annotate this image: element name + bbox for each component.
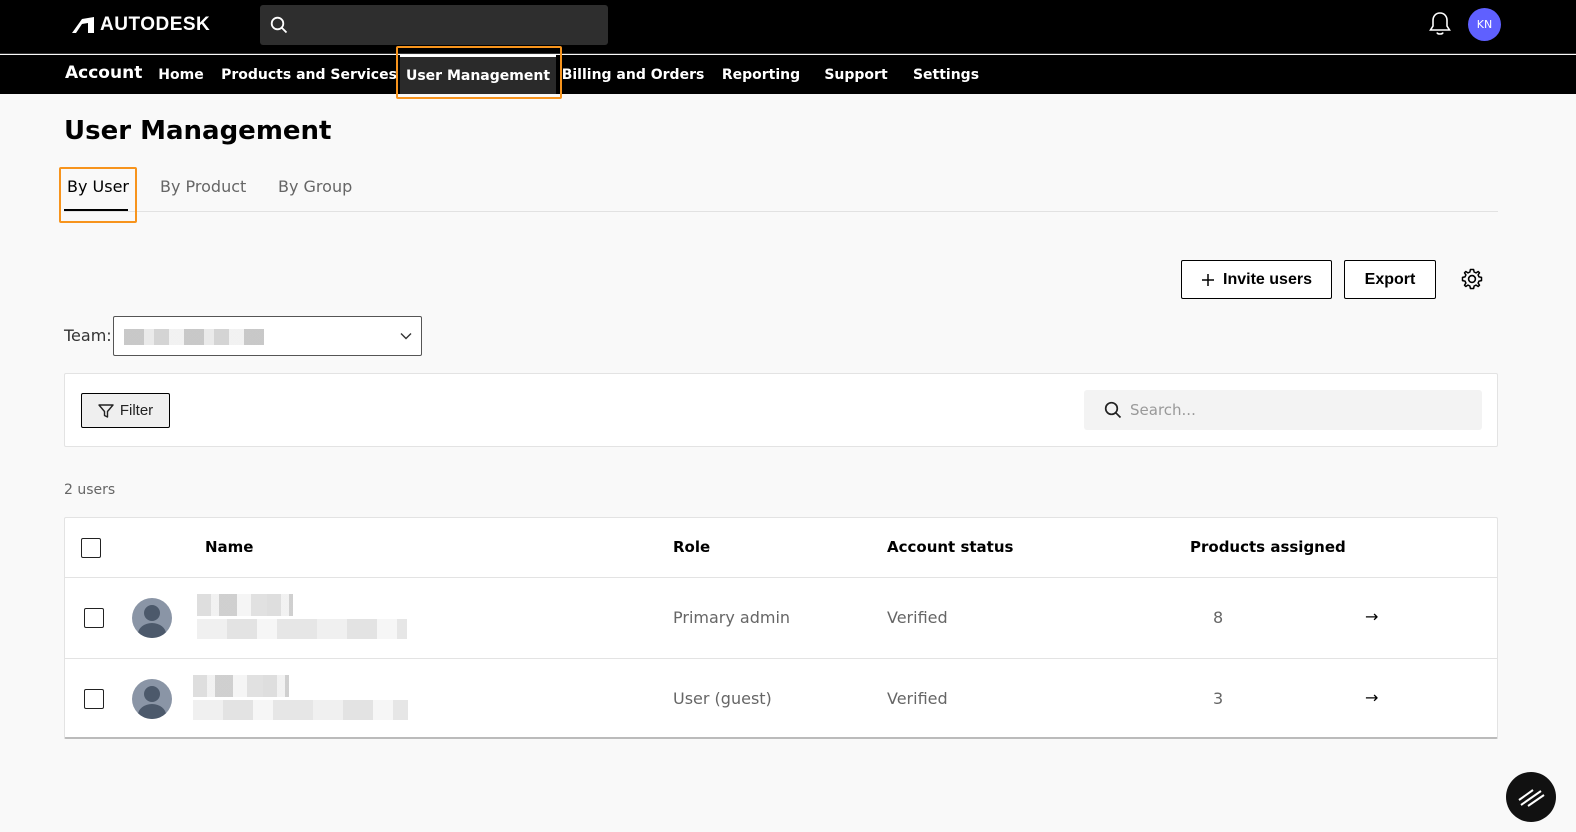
top-bar: AUTODESK KN bbox=[0, 0, 1576, 54]
select-all-checkbox[interactable] bbox=[81, 538, 101, 558]
row-checkbox[interactable] bbox=[84, 689, 104, 709]
filter-icon bbox=[98, 403, 114, 418]
nav-item-home[interactable]: Home bbox=[152, 55, 210, 94]
tab-by-user[interactable]: By User bbox=[67, 177, 129, 196]
invite-users-label: Invite users bbox=[1223, 270, 1312, 288]
arrow-right-icon[interactable]: → bbox=[1365, 688, 1378, 707]
users-table: Name Role Account status Products assign… bbox=[64, 517, 1498, 739]
export-button[interactable]: Export bbox=[1344, 260, 1436, 299]
help-chat-button[interactable] bbox=[1506, 772, 1556, 822]
filter-label: Filter bbox=[119, 402, 154, 419]
user-photo-avatar bbox=[132, 679, 172, 719]
user-name-redacted bbox=[193, 675, 289, 697]
team-label: Team: bbox=[64, 326, 112, 345]
settings-gear-icon[interactable] bbox=[1460, 267, 1484, 295]
row-divider bbox=[65, 658, 1497, 659]
user-search-box bbox=[1084, 390, 1482, 430]
tab-by-product[interactable]: By Product bbox=[160, 177, 246, 196]
nav-section-title: Account bbox=[65, 63, 143, 83]
column-header-account-status[interactable]: Account status bbox=[887, 538, 1013, 556]
team-name-redacted bbox=[124, 329, 264, 345]
tabs-divider bbox=[64, 211, 1498, 212]
chevron-down-icon bbox=[400, 333, 412, 340]
filter-button[interactable]: Filter bbox=[81, 393, 170, 428]
user-role: Primary admin bbox=[673, 608, 791, 627]
filter-panel: Filter bbox=[64, 373, 1498, 447]
products-assigned-count: 3 bbox=[1213, 689, 1224, 708]
stripes-logo-icon bbox=[1518, 789, 1545, 807]
plus-icon bbox=[1202, 273, 1215, 286]
tab-active-indicator bbox=[64, 209, 128, 211]
notifications-bell-icon[interactable] bbox=[1428, 11, 1452, 41]
column-header-role[interactable]: Role bbox=[673, 538, 710, 556]
nav-item-user-management[interactable]: User Management bbox=[400, 55, 556, 94]
user-role: User (guest) bbox=[673, 689, 772, 708]
nav-item-products-and-services[interactable]: Products and Services bbox=[221, 55, 397, 94]
user-email-redacted bbox=[193, 700, 408, 720]
account-nav-bar: Account Home Products and Services User … bbox=[0, 55, 1576, 94]
autodesk-logo[interactable]: AUTODESK bbox=[72, 14, 210, 36]
column-header-products-assigned[interactable]: Products assigned bbox=[1190, 538, 1346, 556]
nav-item-billing-and-orders[interactable]: Billing and Orders bbox=[562, 55, 705, 94]
page-title: User Management bbox=[64, 116, 332, 146]
user-avatar[interactable]: KN bbox=[1468, 8, 1501, 41]
column-header-name[interactable]: Name bbox=[205, 538, 253, 556]
user-count: 2 users bbox=[64, 482, 116, 498]
arrow-right-icon[interactable]: → bbox=[1365, 607, 1378, 626]
nav-item-support[interactable]: Support bbox=[820, 55, 892, 94]
row-checkbox[interactable] bbox=[84, 608, 104, 628]
search-icon bbox=[270, 16, 288, 34]
search-icon bbox=[1104, 401, 1122, 419]
autodesk-logo-icon bbox=[72, 17, 94, 33]
brand-name: AUTODESK bbox=[100, 14, 211, 35]
user-search-input[interactable] bbox=[1130, 390, 1470, 430]
nav-item-reporting[interactable]: Reporting bbox=[718, 55, 804, 94]
account-status: Verified bbox=[887, 608, 948, 627]
user-email-redacted bbox=[197, 619, 407, 639]
account-status: Verified bbox=[887, 689, 948, 708]
invite-users-button[interactable]: Invite users bbox=[1181, 260, 1332, 299]
nav-item-settings[interactable]: Settings bbox=[908, 55, 984, 94]
global-search-input[interactable] bbox=[260, 5, 608, 45]
user-photo-avatar bbox=[132, 598, 172, 638]
export-label: Export bbox=[1364, 270, 1416, 288]
tab-by-group[interactable]: By Group bbox=[278, 177, 352, 196]
user-name-redacted bbox=[197, 594, 293, 616]
team-select[interactable] bbox=[113, 316, 422, 356]
row-divider bbox=[65, 577, 1497, 578]
products-assigned-count: 8 bbox=[1213, 608, 1224, 627]
